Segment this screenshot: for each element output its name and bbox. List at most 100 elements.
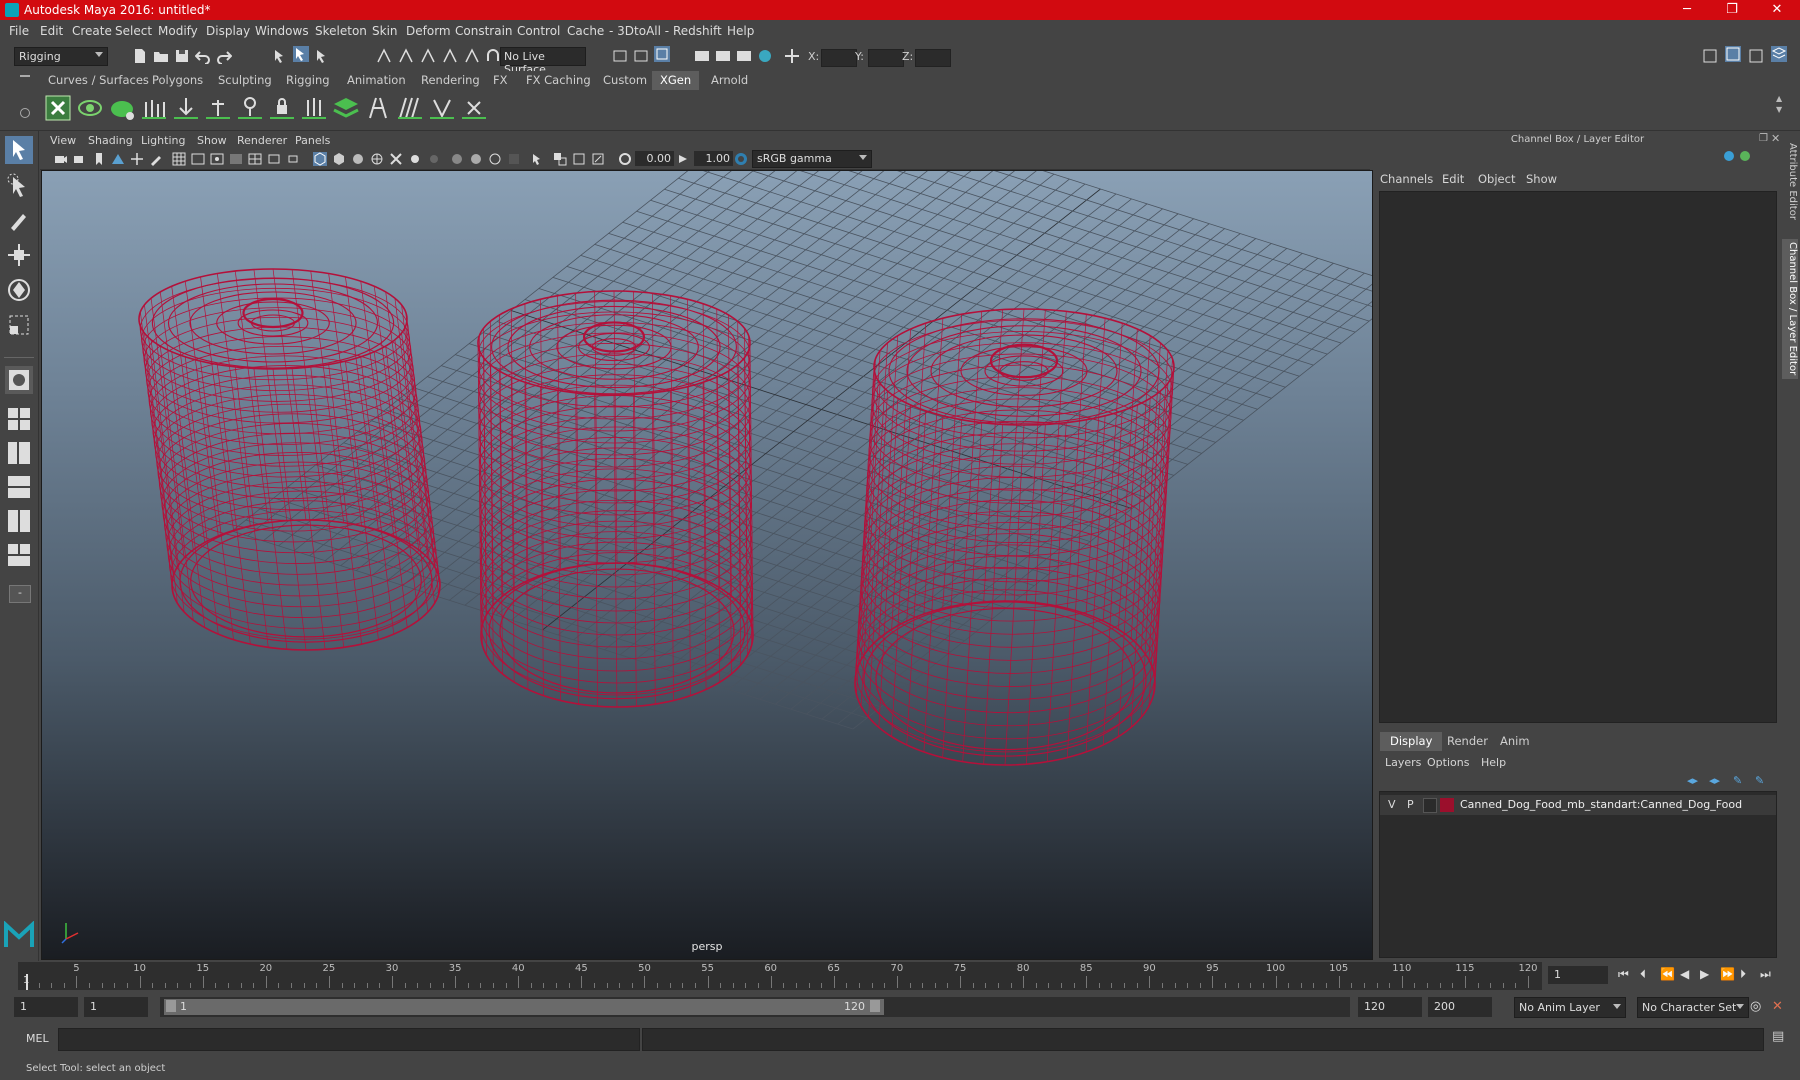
select-component-icon[interactable] [314,48,330,64]
move-tool-icon[interactable] [5,241,33,269]
render-frame-icon[interactable] [694,48,710,64]
camera-attributes-icon[interactable] [73,152,87,166]
shelf-tab-xgen[interactable]: XGen [652,71,700,90]
xgen-sculpt-guides-icon[interactable] [172,94,200,122]
panel-menu-lighting[interactable]: Lighting [141,134,185,147]
layer-menu-help[interactable]: Help [1481,756,1506,769]
menu-control[interactable]: Control [517,24,560,38]
undo-icon[interactable] [195,48,211,64]
shelf-tab-polygons[interactable]: Polygons [144,71,211,90]
animation-end-field[interactable]: 200 [1428,997,1492,1017]
modeling-toolkit-icon[interactable] [1702,48,1718,64]
range-slider-handle[interactable]: 1 120 [164,999,884,1015]
menu-edit[interactable]: Edit [40,24,63,38]
rotate-tool-icon[interactable] [5,276,33,304]
select-object-icon[interactable] [293,46,309,62]
wireframe-on-shaded-icon[interactable] [370,152,384,166]
menu-modify[interactable]: Modify [158,24,198,38]
step-back-frame-icon[interactable]: ⏴ [1640,967,1646,982]
x-coord-field[interactable] [821,49,857,67]
cb-menu-object[interactable]: Object [1478,172,1515,186]
xgen-lock-guides-icon[interactable] [268,94,296,122]
anim-layer-dropdown[interactable]: No Anim Layer [1514,997,1626,1018]
use-all-lights-icon[interactable] [408,152,422,166]
xgen-place-guide-icon[interactable] [204,94,232,122]
move-layer-up-icon[interactable]: ◂▸ [1687,774,1698,787]
xgen-clumping-icon[interactable] [428,94,456,122]
panel-menu-shading[interactable]: Shading [88,134,133,147]
paint-select-tool-icon[interactable] [5,206,33,234]
maximize-button[interactable]: ❐ [1710,1,1754,19]
time-slider[interactable]: 5 10 15 20 25 30 35 40 45 50 55 60 65 70 75 80 85 90 95 100… [18,962,1542,990]
open-scene-icon[interactable] [153,48,169,64]
snap-point-icon[interactable] [420,48,436,64]
menu-display[interactable]: Display [206,24,250,38]
xgen-editor-icon[interactable] [44,94,72,122]
image-plane-icon[interactable] [111,152,125,166]
exposure-field[interactable]: 0.00 [635,151,674,166]
channel-box-toggle-icon[interactable] [1771,46,1787,62]
shelf-tab-rendering[interactable]: Rendering [413,71,488,90]
move-layer-down-icon[interactable]: ◂▸ [1709,774,1720,787]
minimize-button[interactable]: ─ [1665,1,1709,19]
menu-create[interactable]: Create [72,24,112,38]
shadows-icon[interactable] [427,152,441,166]
menu-skeleton[interactable]: Skeleton [315,24,367,38]
menu-redshift[interactable]: Redshift [673,24,722,38]
float-panel-icon[interactable]: ❐ [1759,133,1768,144]
wireframe-shading-icon[interactable] [313,152,327,166]
shelf-tab-rigging[interactable]: Rigging [278,71,338,90]
new-layer-selected-icon[interactable]: ✎ [1755,774,1764,787]
layer-tab-anim[interactable]: Anim [1490,732,1540,751]
resolution-gate-icon[interactable] [210,152,224,166]
go-to-end-icon[interactable]: ⏭ [1760,967,1771,982]
default-material-icon[interactable] [351,152,365,166]
xgen-rebuild-guides-icon[interactable] [300,94,328,122]
depth-of-field-icon[interactable] [507,152,521,166]
layer-row[interactable]: V P Canned_Dog_Food_mb_standart:Canned_D… [1380,795,1776,815]
hypershade-icon[interactable] [757,48,773,64]
layer-visibility-toggle[interactable]: V [1388,798,1396,811]
menu-skin[interactable]: Skin [372,24,398,38]
menu-constrain[interactable]: Constrain [455,24,513,38]
menuset-dropdown[interactable]: Rigging [14,47,108,66]
range-start-grip[interactable] [166,1000,176,1012]
motion-blur-icon[interactable] [469,152,483,166]
character-set-dropdown[interactable]: No Character Set [1637,997,1749,1018]
cb-color-icon[interactable] [1724,151,1734,161]
cb-menu-show[interactable]: Show [1526,172,1557,186]
gamma-field[interactable]: 1.00 [694,151,733,166]
persp-graph-layout-icon[interactable] [5,473,33,501]
layer-tab-display[interactable]: Display [1380,732,1443,751]
menu-file[interactable]: File [9,24,29,38]
step-forward-frame-icon[interactable]: ⏵ [1740,967,1746,982]
shelf-tab-fx[interactable]: FX [485,71,516,90]
shelf-tab-animation[interactable]: Animation [339,71,414,90]
xgen-groom-icon[interactable] [396,94,424,122]
script-editor-icon[interactable]: ▤ [1772,1029,1784,1044]
animation-start-field[interactable]: 1 [14,997,78,1017]
command-language-label[interactable]: MEL [26,1032,49,1045]
range-slider[interactable]: 1 120 [160,997,1350,1017]
attribute-editor-toggle-icon[interactable] [1725,46,1741,62]
play-backwards-icon[interactable]: ◀ [1680,967,1689,981]
exposure-icon[interactable] [618,152,632,166]
shelf-tab-fx-caching[interactable]: FX Caching [518,71,599,90]
layer-reference-toggle[interactable] [1423,798,1437,813]
layer-menu-layers[interactable]: Layers [1385,756,1421,769]
output-ops-icon[interactable] [633,48,649,64]
xgen-layers-icon[interactable] [332,94,360,122]
outliner-persp-layout-icon[interactable] [5,541,33,569]
layer-name[interactable]: Canned_Dog_Food_mb_standart:Canned_Dog_F… [1460,798,1742,811]
y-coord-field[interactable] [868,49,904,67]
menu-windows[interactable]: Windows [255,24,309,38]
shelf-scroll-down-icon[interactable]: ▼ [1776,105,1782,114]
anti-aliasing-icon[interactable] [488,152,502,166]
layer-playback-toggle[interactable]: P [1407,798,1414,811]
snap-view-plane-icon[interactable] [442,48,458,64]
playback-end-field[interactable]: 120 [1358,997,1422,1017]
snap-curve-icon[interactable] [398,48,414,64]
bookmarks-icon[interactable] [92,152,106,166]
select-hierarchy-icon[interactable] [272,48,288,64]
scale-tool-icon[interactable] [5,311,33,339]
